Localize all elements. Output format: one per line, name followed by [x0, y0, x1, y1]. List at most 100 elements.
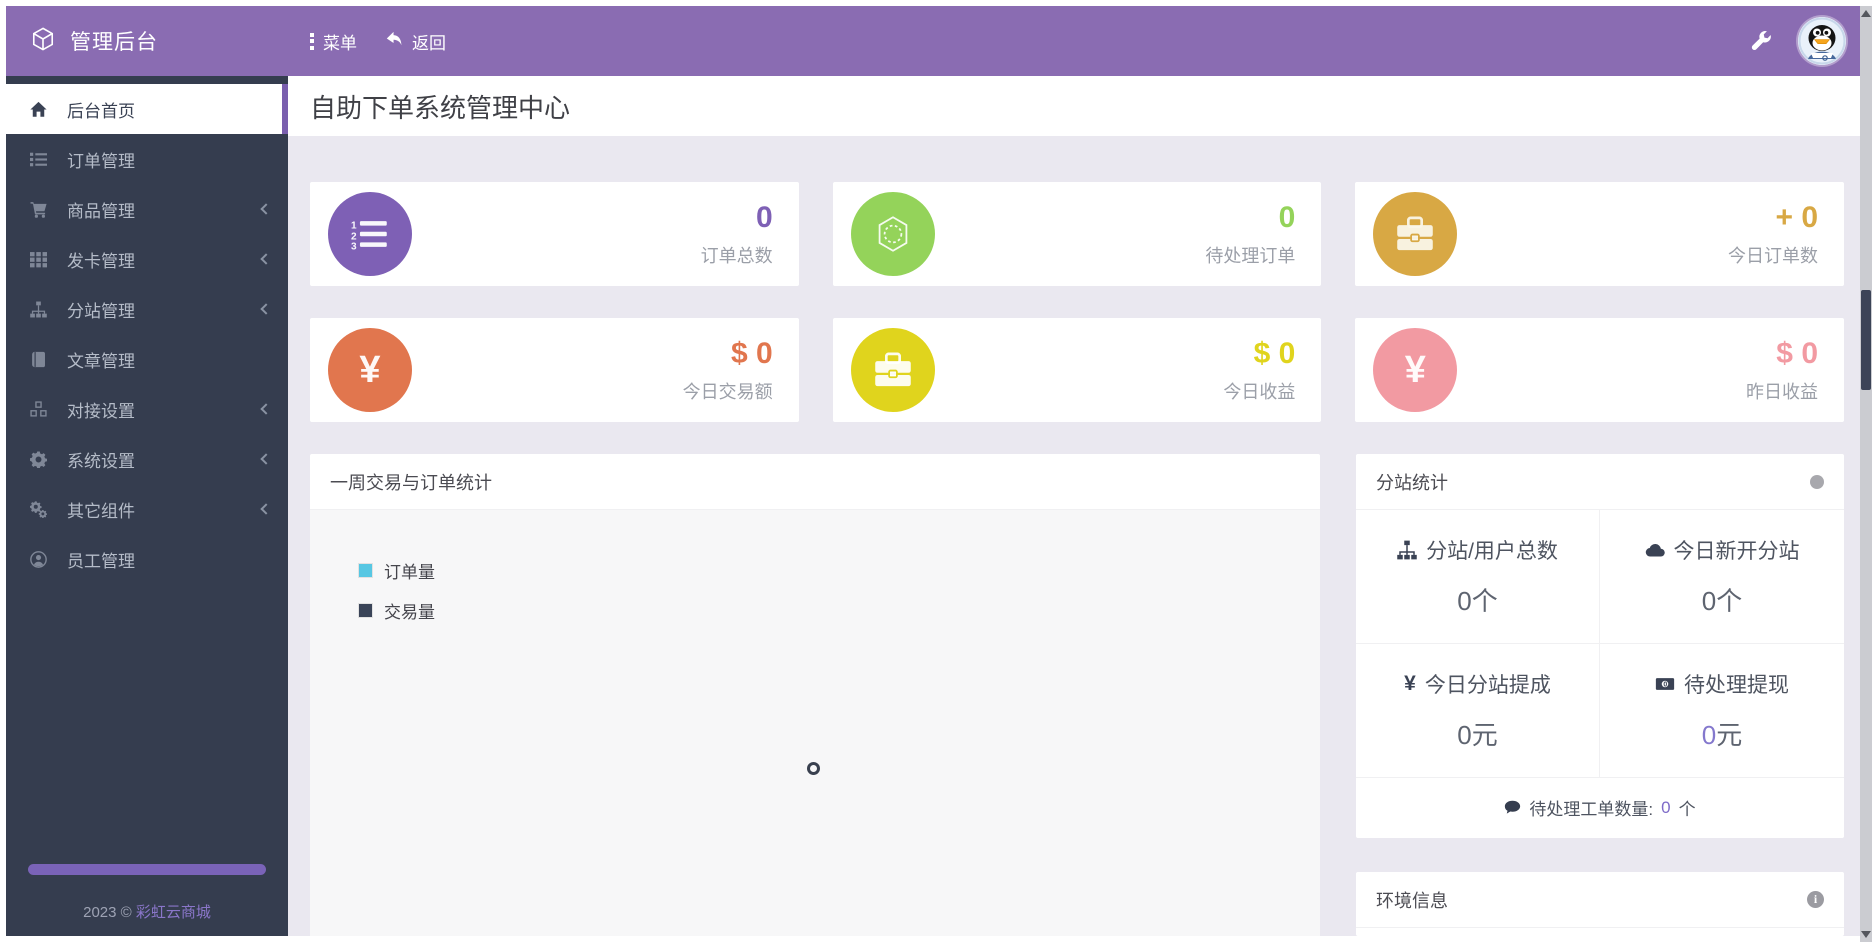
stat-label: 今日交易额: [682, 381, 773, 402]
chevron-left-icon: [260, 203, 272, 215]
sidebar-footer-bar: [28, 864, 266, 875]
stat-card-yesterday-profit: ¥ $ 0 昨日收益: [1355, 318, 1845, 422]
cube-logo-icon: [30, 26, 56, 57]
back-button[interactable]: 返回: [385, 29, 446, 54]
stat-value: 0: [755, 200, 773, 234]
stat-value: $ 0: [1253, 336, 1296, 370]
sidebar-item-label: 文章管理: [67, 351, 135, 371]
scroll-up-arrow[interactable]: [1861, 10, 1871, 17]
page-title: 自助下单系统管理中心: [310, 92, 571, 123]
sidebar-item-system[interactable]: 系统设置: [6, 434, 288, 484]
stat-card-today-profit: $ 0 今日收益: [832, 318, 1322, 422]
chevron-left-icon: [260, 253, 272, 265]
cell-value: 0元: [1457, 720, 1498, 750]
stat-card-today-orders: + 0 今日订单数: [1355, 182, 1845, 286]
menu-label: 菜单: [323, 33, 357, 53]
cloud-icon: [1645, 544, 1665, 557]
legend-swatch: [358, 603, 373, 618]
legend-label: 订单量: [384, 563, 435, 582]
cart-icon: [30, 201, 50, 218]
grid-icon: [30, 251, 50, 268]
cell-title-text: 待处理提现: [1684, 674, 1789, 697]
withdrawal-count-link[interactable]: 0: [1702, 720, 1716, 750]
topnav: 菜单 返回: [288, 29, 1750, 54]
copyright: 2023 © 彩虹云商城: [6, 901, 288, 936]
sidebar-item-components[interactable]: 其它组件: [6, 484, 288, 534]
title-bar: 自助下单系统管理中心: [288, 76, 1860, 136]
pending-tickets-row: 待处理工单数量: 0 个: [1356, 778, 1844, 837]
cubes-icon: [30, 400, 50, 418]
cell-pending-withdrawal: 0 待处理提现 0元: [1600, 644, 1844, 778]
stat-label: 今日订单数: [1728, 245, 1819, 266]
sitemap-icon: [1397, 540, 1417, 560]
sidebar-item-label: 后台首页: [67, 101, 135, 121]
wrench-icon[interactable]: [1750, 30, 1772, 52]
scroll-down-arrow[interactable]: [1861, 931, 1871, 938]
content: 123 0 订单总数 0 待处理订单 + 0 今日订单数 ¥ $ 0 今日交易额…: [288, 136, 1860, 936]
yen-icon: ¥: [1373, 328, 1458, 412]
sidebar-item-label: 系统设置: [67, 451, 135, 471]
list-icon: [30, 151, 50, 168]
sidebar-item-integration[interactable]: 对接设置: [6, 384, 288, 434]
cell-title-text: 今日分站提成: [1424, 674, 1551, 697]
ellipsis-v-icon: [310, 32, 314, 50]
cell-value: 0元: [1701, 720, 1743, 750]
sidebar-item-label: 其它组件: [67, 501, 135, 521]
home-icon: [30, 101, 50, 118]
cell-new-substations: 今日新开分站 0个: [1600, 510, 1844, 644]
env-panel-title: 环境信息: [1376, 890, 1448, 911]
gears-icon: [30, 500, 50, 518]
stat-label: 订单总数: [700, 245, 773, 266]
stat-label: 今日收益: [1223, 381, 1296, 402]
chevron-left-icon: [260, 503, 272, 515]
info-icon[interactable]: i: [1807, 891, 1824, 908]
vertical-scrollbar[interactable]: [1860, 6, 1872, 942]
sidebar-item-label: 商品管理: [67, 201, 135, 221]
environment-panel: 环境信息 i: [1356, 872, 1844, 936]
sitemap-icon: [30, 301, 50, 318]
loading-dot-icon: [1810, 474, 1824, 489]
briefcase-icon: [1373, 192, 1458, 276]
sidebar-item-cards[interactable]: 发卡管理: [6, 234, 288, 284]
cell-value: 0个: [1701, 586, 1743, 616]
svg-text:3: 3: [351, 242, 357, 250]
cell-value: 0个: [1457, 586, 1498, 616]
sidebar-item-products[interactable]: 商品管理: [6, 184, 288, 234]
sidebar-item-orders[interactable]: 订单管理: [6, 134, 288, 184]
undo-arrow-icon: [385, 31, 403, 52]
ticket-count-link[interactable]: 0: [1661, 798, 1670, 818]
chart-panel-title: 一周交易与订单统计: [330, 472, 492, 493]
ticket-label: 待处理工单数量:: [1529, 800, 1654, 819]
sidebar-item-substations[interactable]: 分站管理: [6, 284, 288, 334]
stat-value: $ 0: [730, 336, 773, 370]
cell-title-text: 分站/用户总数: [1426, 540, 1558, 563]
stat-card-total-orders: 123 0 订单总数: [310, 182, 799, 286]
sidebar-item-label: 发卡管理: [67, 251, 135, 271]
briefcase-icon: [850, 328, 935, 412]
cell-substation-commission: ¥ 今日分站提成 0元: [1356, 644, 1600, 778]
sidebar-item-staff[interactable]: 员工管理: [6, 534, 288, 584]
stat-label: 昨日收益: [1746, 381, 1819, 402]
topbar: 管理后台 菜单 返回: [6, 6, 1860, 76]
scrollbar-thumb[interactable]: [1861, 290, 1871, 390]
gear-icon: [30, 451, 50, 468]
user-circle-icon: [30, 550, 50, 568]
sidebar-item-articles[interactable]: 文章管理: [6, 334, 288, 384]
legend-item-volume[interactable]: 交易量: [358, 598, 1320, 623]
legend-item-orders[interactable]: 订单量: [358, 558, 1320, 583]
back-label: 返回: [412, 33, 446, 53]
yen-icon: ¥: [328, 328, 412, 412]
brand-link[interactable]: 彩虹云商城: [136, 904, 211, 921]
yen-icon: ¥: [1404, 672, 1416, 695]
user-avatar[interactable]: [1798, 17, 1846, 65]
sidebar-item-home[interactable]: 后台首页: [6, 84, 288, 134]
topbar-right: [1750, 17, 1860, 65]
legend-label: 交易量: [384, 603, 435, 622]
weekly-chart-panel: 一周交易与订单统计 订单量 交易量: [310, 454, 1320, 936]
brand[interactable]: 管理后台: [6, 26, 288, 57]
stat-value: $ 0: [1776, 336, 1819, 370]
menu-toggle[interactable]: 菜单: [310, 29, 357, 54]
svg-text:0: 0: [1663, 682, 1667, 689]
substation-panel-title: 分站统计: [1376, 472, 1448, 493]
svg-text:1: 1: [351, 220, 357, 231]
